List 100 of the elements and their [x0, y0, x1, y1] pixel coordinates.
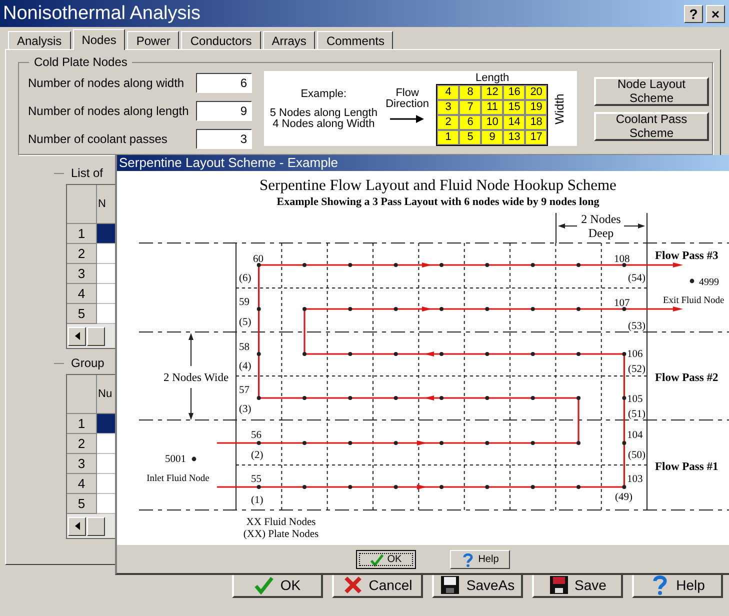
table-cell[interactable]	[97, 304, 115, 324]
node-dot	[302, 263, 306, 267]
table-cell[interactable]	[97, 244, 115, 264]
grid-cell: 17	[525, 130, 548, 144]
node-dot	[394, 263, 398, 267]
node-dot	[485, 263, 490, 267]
node-dot	[192, 456, 196, 462]
input-field[interactable]: 6	[196, 72, 252, 92]
node-dot	[440, 396, 444, 400]
grid-cell: 2	[437, 114, 460, 130]
node-dot	[622, 263, 626, 267]
node-label: 106	[627, 349, 643, 360]
pass-label: Flow Pass #3	[655, 250, 718, 262]
node-dot	[622, 396, 626, 400]
grid-cell: 16	[503, 84, 526, 100]
node-label: 57	[239, 385, 250, 396]
example-text: 4 Nodes along Width	[272, 118, 375, 130]
grid-cell: 13	[503, 130, 526, 144]
node-caption: Inlet Fluid Node	[146, 474, 210, 484]
scrollbar[interactable]	[67, 324, 115, 348]
node-dot	[256, 307, 261, 311]
grid-cell: 8	[459, 84, 482, 100]
node-dot	[485, 352, 490, 356]
node-dot	[394, 485, 398, 489]
dialog-title: Serpentine Layout Scheme - Example	[119, 155, 338, 170]
scroll-thumb[interactable]	[87, 326, 105, 346]
node-dot	[485, 396, 490, 400]
node-label: (3)	[239, 404, 252, 415]
node-label: (2)	[251, 450, 264, 461]
caret-icon	[74, 332, 80, 340]
scroll-left-button[interactable]	[68, 326, 86, 346]
node-label: (53)	[628, 321, 646, 332]
grid-cell: 18	[525, 114, 548, 130]
node-label: 4999	[699, 277, 719, 288]
table-cell[interactable]	[97, 494, 115, 514]
field-label: Number of nodes along width	[28, 76, 184, 90]
scrollbar[interactable]	[67, 514, 115, 538]
diagram-subtitle: Example Showing a 3 Pass Layout with 6 nodes wide by 9 nodes long	[276, 196, 600, 208]
node-label: 108	[614, 254, 630, 265]
node-label: 5001	[165, 454, 186, 465]
help-button[interactable]: ?	[684, 4, 703, 22]
node-label: (1)	[251, 495, 264, 506]
grid-cell: 4	[437, 84, 460, 100]
node-caption: Exit Fluid Node	[663, 296, 724, 306]
node-dot	[530, 441, 535, 445]
node-dot	[576, 307, 581, 311]
input-field[interactable]: 3	[196, 128, 252, 148]
node-label: 55	[251, 474, 262, 485]
node-dot	[440, 352, 444, 356]
grid-cell: 6	[459, 114, 482, 130]
input-field[interactable]: 9	[196, 100, 252, 120]
tab[interactable]: Nodes	[72, 29, 126, 50]
table-cell[interactable]	[97, 414, 115, 434]
node-dot	[256, 396, 261, 400]
node-dot	[302, 441, 306, 445]
node-dot	[622, 352, 626, 356]
node-dot	[440, 263, 444, 267]
grid-cell: 20	[525, 84, 548, 100]
grid-cell: 1	[437, 130, 460, 144]
node-dot	[440, 307, 444, 311]
node-dot	[576, 441, 581, 445]
tab[interactable]: Arrays	[262, 31, 316, 49]
dialog-button[interactable]: Help	[450, 550, 510, 569]
scroll-left-button[interactable]	[68, 516, 86, 536]
scheme-button[interactable]: Node Layout Scheme	[594, 76, 709, 106]
table-cell[interactable]	[97, 264, 115, 284]
node-dot	[302, 485, 306, 489]
tab[interactable]: Comments	[317, 31, 394, 49]
node-dot	[530, 485, 535, 489]
close-button[interactable]: ×	[706, 4, 725, 22]
node-dot	[348, 396, 352, 400]
table-cell[interactable]	[97, 474, 115, 494]
node-dot	[485, 441, 490, 445]
scheme-button[interactable]: Coolant Pass Scheme	[594, 112, 709, 140]
node-label: 104	[627, 430, 643, 441]
dialog-button[interactable]: OK	[356, 550, 416, 569]
table-cell[interactable]	[97, 224, 115, 244]
grid-cell: 12	[481, 84, 504, 100]
group-title: Cold Plate Nodes	[29, 55, 132, 69]
pass-label: Flow Pass #1	[655, 461, 718, 473]
node-dot	[256, 441, 261, 445]
grid-cell: 5	[459, 130, 482, 144]
group-title: List of	[71, 166, 104, 180]
node-dot	[576, 485, 581, 489]
tab[interactable]: Conductors	[181, 31, 261, 49]
tab[interactable]: Analysis	[8, 31, 71, 49]
node-label: (4)	[239, 361, 252, 372]
header-cell	[67, 375, 97, 414]
node-label: (54)	[628, 273, 646, 284]
dimension-label: 2 Nodes Wide	[163, 372, 229, 384]
node-dot	[530, 396, 535, 400]
table-cell[interactable]	[97, 284, 115, 304]
example-heading: Example:	[300, 88, 347, 100]
table-cell[interactable]	[97, 434, 115, 454]
flow-direction-label: Flow Direction	[384, 88, 430, 110]
node-dot	[576, 352, 581, 356]
table-cell[interactable]	[97, 454, 115, 474]
scroll-thumb[interactable]	[87, 516, 105, 536]
node-dot	[576, 263, 581, 267]
tab[interactable]: Power	[127, 31, 180, 49]
